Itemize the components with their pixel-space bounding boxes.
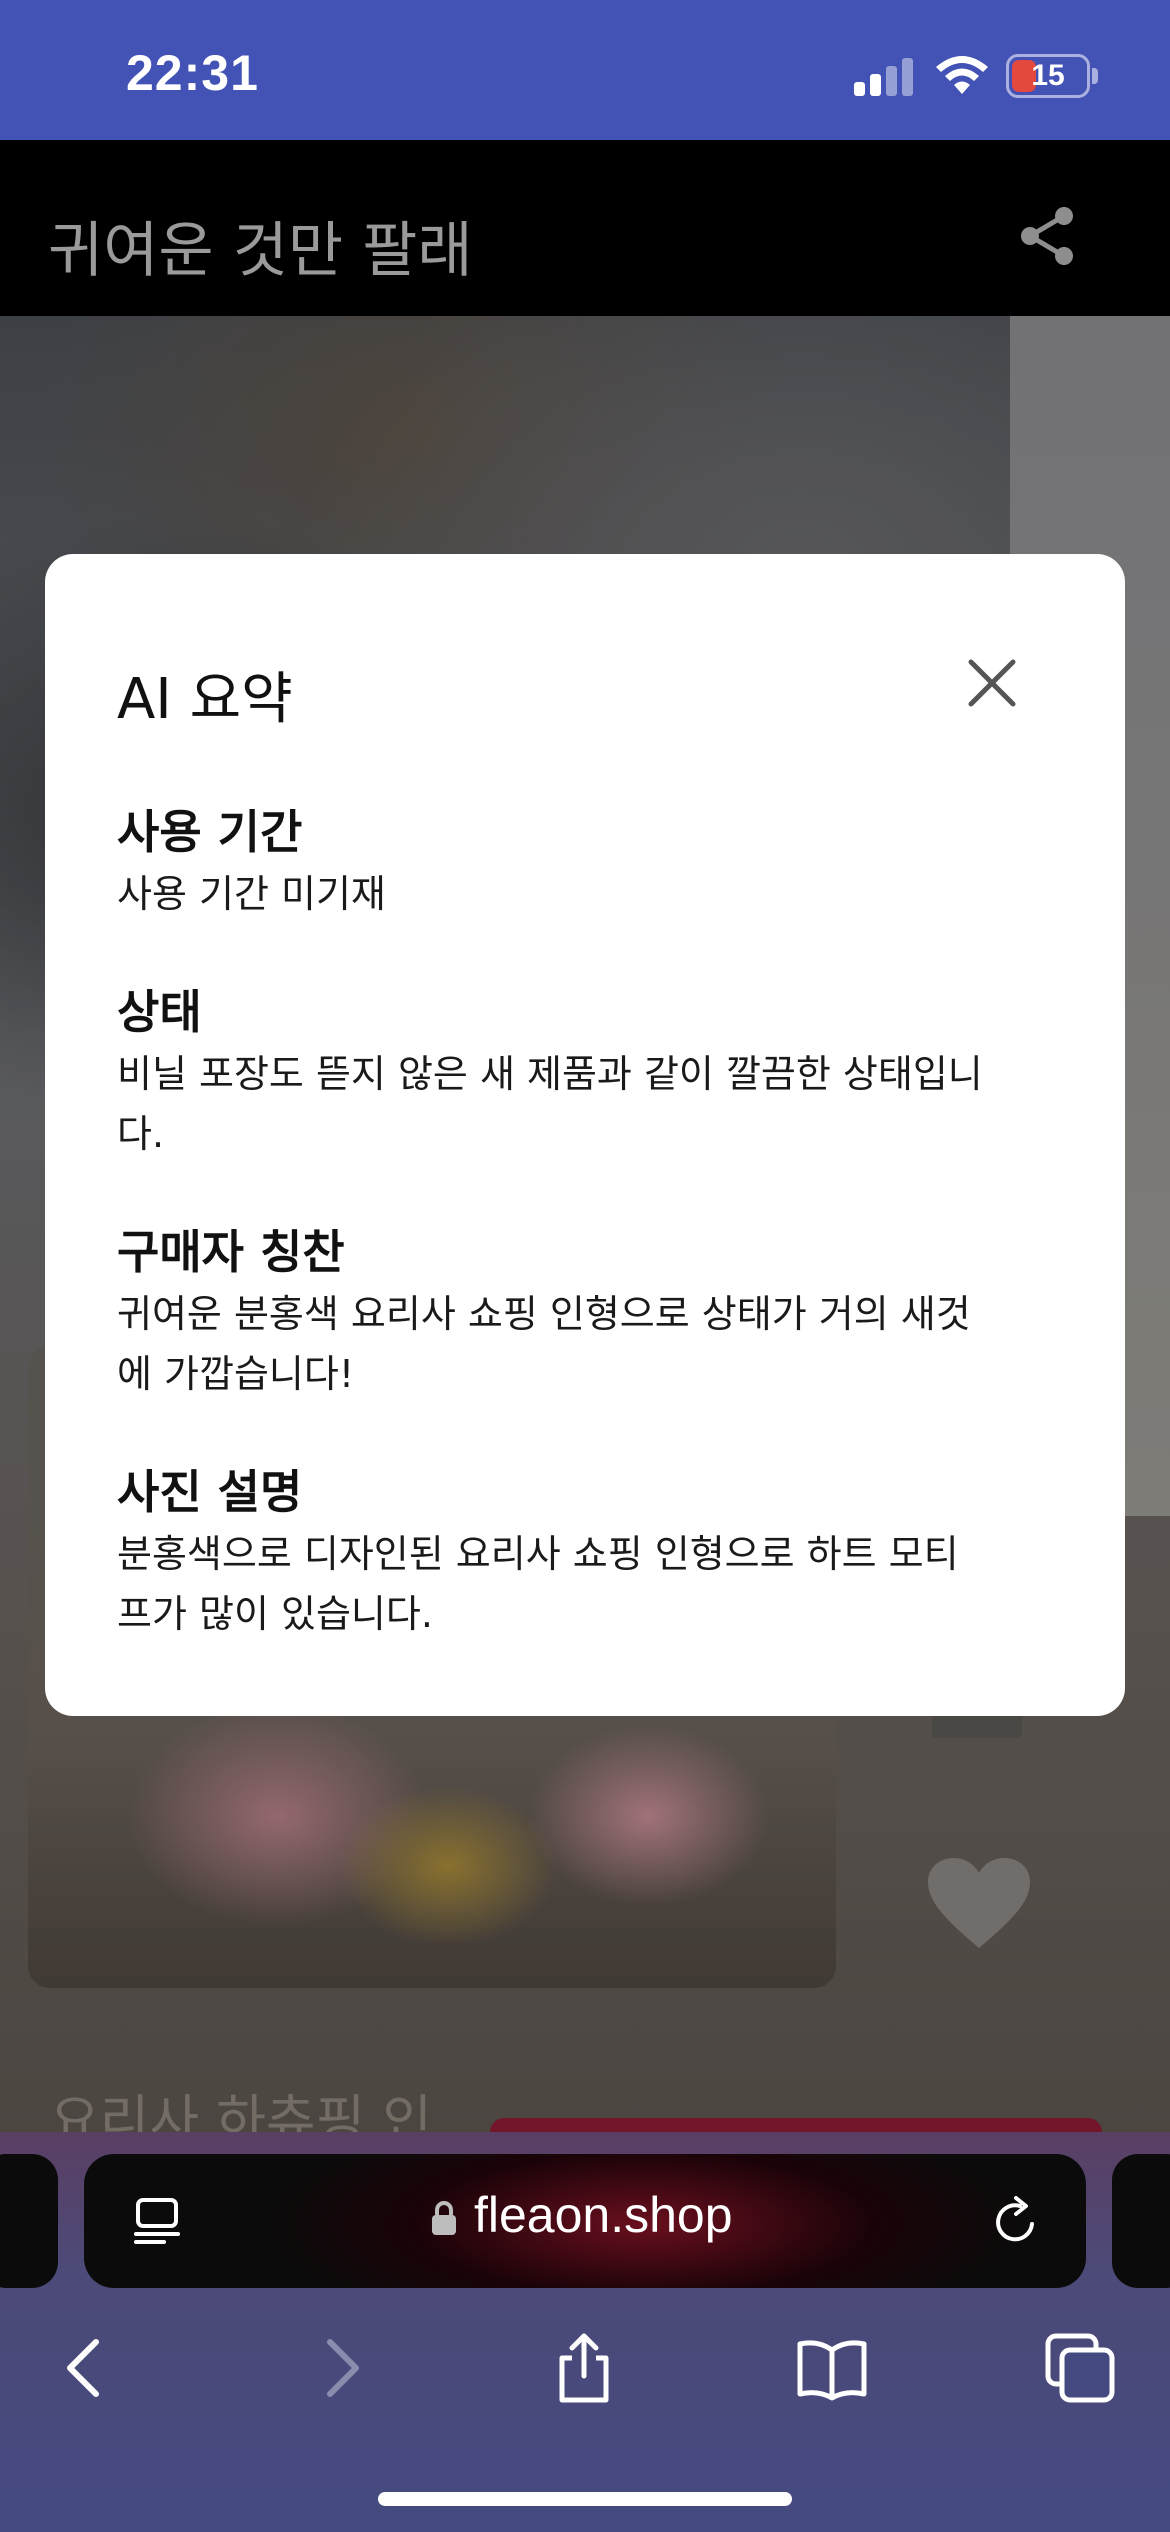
summary-section-usage-period: 사용 기간 사용 기간 미기재 bbox=[117, 800, 1077, 924]
summary-section-buyer-praise: 구매자 칭찬 귀여운 분홍색 요리사 쇼핑 인형으로 상태가 거의 새것 에 가… bbox=[117, 1220, 1077, 1404]
back-icon[interactable] bbox=[50, 2332, 122, 2404]
lock-icon bbox=[432, 2201, 456, 2235]
summary-section-photo-description: 사진 설명 분홍색으로 디자인된 요리사 쇼핑 인형으로 하트 모티 프가 많이… bbox=[117, 1460, 1077, 1644]
section-text: 에 가깝습니다! bbox=[117, 1352, 355, 1396]
section-heading: 상태 bbox=[117, 985, 202, 1039]
reader-icon[interactable] bbox=[132, 2196, 182, 2246]
status-time: 22:31 bbox=[126, 45, 259, 101]
section-text: 비닐 포장도 뜯지 않은 새 제품과 같이 깔끔한 상태입니 bbox=[117, 1052, 983, 1096]
section-text: 프가 많이 있습니다. bbox=[117, 1592, 433, 1636]
summary-section-condition: 상태 비닐 포장도 뜯지 않은 새 제품과 같이 깔끔한 상태입니 다. bbox=[117, 980, 1077, 1164]
close-icon[interactable] bbox=[967, 658, 1017, 708]
forward-icon[interactable] bbox=[304, 2332, 376, 2404]
ai-summary-modal: AI 요약 사용 기간 사용 기간 미기재 상태 비닐 포장도 뜯지 않은 새 … bbox=[45, 554, 1125, 1716]
url-text: fleaon.shop bbox=[474, 2187, 733, 2243]
share-sheet-icon[interactable] bbox=[548, 2332, 620, 2404]
bookmarks-icon[interactable] bbox=[796, 2332, 868, 2404]
section-text: 분홍색으로 디자인된 요리사 쇼핑 인형으로 하트 모티 bbox=[117, 1532, 959, 1576]
status-bar: 22:31 15 bbox=[0, 0, 1170, 140]
battery-icon: 15 bbox=[1006, 54, 1090, 98]
section-heading: 사용 기간 bbox=[117, 805, 303, 859]
section-text: 귀여운 분홍색 요리사 쇼핑 인형으로 상태가 거의 새것 bbox=[117, 1292, 971, 1336]
previous-tab-peek[interactable] bbox=[0, 2154, 58, 2288]
wifi-icon bbox=[936, 56, 988, 94]
share-icon[interactable] bbox=[1016, 204, 1080, 268]
next-tab-peek[interactable] bbox=[1112, 2154, 1170, 2288]
battery-tip bbox=[1092, 68, 1098, 84]
section-heading: 구매자 칭찬 bbox=[117, 1225, 345, 1279]
section-text: 다. bbox=[117, 1112, 165, 1156]
tabs-icon[interactable] bbox=[1044, 2332, 1116, 2404]
cellular-signal-icon bbox=[854, 58, 914, 96]
home-indicator[interactable] bbox=[378, 2492, 792, 2506]
reload-icon[interactable] bbox=[990, 2196, 1042, 2248]
section-heading: 사진 설명 bbox=[117, 1465, 303, 1519]
battery-level: 15 bbox=[1031, 59, 1065, 92]
browser-toolbar: fleaon.shop bbox=[0, 2132, 1170, 2532]
section-text: 사용 기간 미기재 bbox=[117, 872, 386, 916]
address-bar[interactable]: fleaon.shop bbox=[84, 2154, 1086, 2288]
app-header: 귀여운 것만 팔래 bbox=[0, 140, 1170, 316]
modal-title: AI 요약 bbox=[117, 667, 293, 732]
page-title: 귀여운 것만 팔래 bbox=[48, 216, 473, 286]
